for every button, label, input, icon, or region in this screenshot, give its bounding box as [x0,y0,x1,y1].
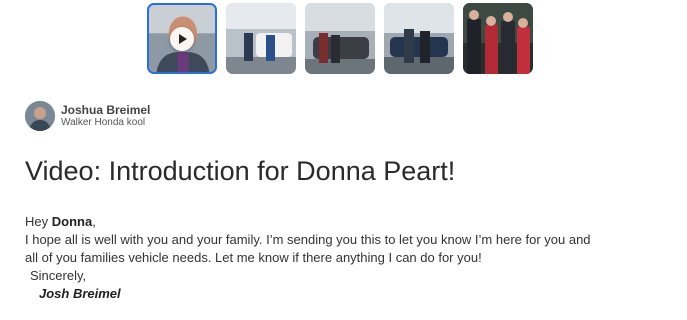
photo-thumbnail[interactable] [463,3,533,74]
photo-thumbnail-image [226,3,296,74]
greeting-line: Hey Donna, [25,213,675,231]
author-name: Joshua Breimel [61,103,151,117]
signature-name: Josh Breimel [39,286,121,301]
video-message-page: Joshua Breimel Walker Honda kool Video: … [0,0,687,320]
greeting-prefix: Hey [25,214,52,229]
recipient-name: Donna [51,214,93,229]
message-line-1: I hope all is well with you and your fam… [25,232,591,247]
author-block: Joshua Breimel Walker Honda kool [25,101,150,131]
photo-thumbnail[interactable] [305,3,375,74]
greeting-suffix: , [92,214,96,229]
photo-thumbnail[interactable] [384,3,454,74]
message-line-2: all of you families vehicle needs. Let m… [25,250,482,265]
photo-thumbnail-image [463,3,533,74]
author-subtitle: Walker Honda kool [61,117,146,128]
play-icon[interactable] [170,26,194,51]
closing-text: Sincerely, [30,268,87,283]
photo-thumbnail-image [305,3,375,74]
video-thumbnail[interactable] [147,3,217,74]
photo-thumbnail-image [384,3,454,74]
author-avatar[interactable] [25,101,55,131]
photo-thumbnail[interactable] [226,3,296,74]
author-text: Joshua Breimel Walker Honda kool [61,103,150,129]
page-title: Video: Introduction for Donna Peart! [25,156,456,186]
media-thumbnail-strip [147,3,533,74]
message-body: Hey Donna, I hope all is well with you a… [25,213,675,303]
